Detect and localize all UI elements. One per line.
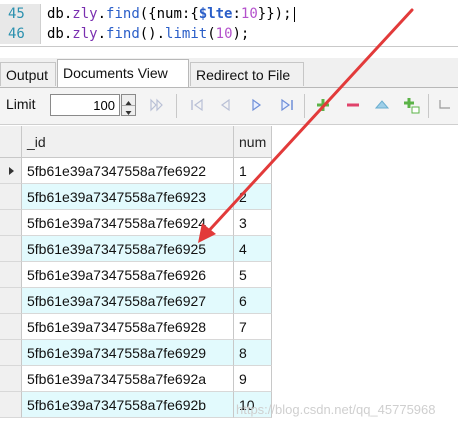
cell-id[interactable]: 5fb61e39a7347558a7fe6923 bbox=[22, 184, 234, 210]
row-selector[interactable] bbox=[0, 236, 22, 262]
cell-num[interactable]: 5 bbox=[234, 262, 272, 288]
cell-id[interactable]: 5fb61e39a7347558a7fe6927 bbox=[22, 288, 234, 314]
row-selector[interactable] bbox=[0, 158, 22, 184]
documents-grid: _id num 5fb61e39a7347558a7fe6922 1 5fb61… bbox=[0, 126, 458, 429]
cell-id[interactable]: 5fb61e39a7347558a7fe6929 bbox=[22, 340, 234, 366]
add-field-icon[interactable] bbox=[402, 96, 420, 114]
code-token: $lte bbox=[198, 6, 233, 22]
code-token: find bbox=[106, 26, 140, 42]
code-token: : bbox=[232, 6, 241, 22]
watermark: https://blog.csdn.net/qq_45775968 bbox=[236, 402, 436, 417]
row-selector[interactable] bbox=[0, 262, 22, 288]
code-text[interactable]: db.zly.find().limit(10); bbox=[47, 24, 249, 44]
toolbar-separator bbox=[304, 94, 305, 118]
code-token: 10 bbox=[240, 6, 258, 22]
cell-id[interactable]: 5fb61e39a7347558a7fe6924 bbox=[22, 210, 234, 236]
row-selector[interactable] bbox=[0, 210, 22, 236]
table-row[interactable]: 5fb61e39a7347558a7fe6928 7 bbox=[0, 314, 272, 340]
limit-spinner bbox=[121, 94, 136, 116]
code-token: ({num:{ bbox=[139, 6, 199, 22]
toolbar-separator bbox=[428, 94, 429, 118]
code-token: ); bbox=[232, 26, 250, 42]
code-token: zly bbox=[72, 6, 98, 22]
result-tabs: Output Redirect to File Documents View bbox=[0, 58, 458, 88]
previous-record-icon[interactable] bbox=[217, 96, 235, 114]
row-selector[interactable] bbox=[0, 314, 22, 340]
line-gutter: 45 bbox=[0, 4, 41, 24]
line-number: 46 bbox=[8, 26, 25, 42]
row-selector[interactable] bbox=[0, 184, 22, 210]
last-record-icon[interactable] bbox=[278, 96, 296, 114]
toolbar-separator bbox=[176, 94, 177, 118]
tab-redirect-to-file[interactable]: Redirect to File bbox=[190, 62, 304, 86]
query-editor[interactable]: 45 db.zly.find({num:{$lte:10}}); 46 db.z… bbox=[0, 0, 458, 47]
text-caret bbox=[293, 6, 295, 22]
table-row[interactable]: 5fb61e39a7347558a7fe6926 5 bbox=[0, 262, 272, 288]
move-up-icon[interactable] bbox=[373, 96, 391, 114]
code-token: 10 bbox=[215, 26, 233, 42]
tab-output[interactable]: Output bbox=[0, 62, 56, 86]
column-header-id[interactable]: _id bbox=[22, 126, 234, 158]
cell-num[interactable]: 3 bbox=[234, 210, 272, 236]
cell-num[interactable]: 2 bbox=[234, 184, 272, 210]
cell-id[interactable]: 5fb61e39a7347558a7fe6926 bbox=[22, 262, 234, 288]
table-row[interactable]: 5fb61e39a7347558a7fe6924 3 bbox=[0, 210, 272, 236]
code-token: ( bbox=[207, 26, 216, 42]
cell-num[interactable]: 9 bbox=[234, 366, 272, 392]
table-row[interactable]: 5fb61e39a7347558a7fe6925 4 bbox=[0, 236, 272, 262]
next-record-icon[interactable] bbox=[248, 96, 266, 114]
table-row[interactable]: 5fb61e39a7347558a7fe692a 9 bbox=[0, 366, 272, 392]
grid-toolbar: Limit bbox=[0, 88, 458, 125]
table-row[interactable]: 5fb61e39a7347558a7fe692b 10 bbox=[0, 392, 272, 418]
cell-num[interactable]: 6 bbox=[234, 288, 272, 314]
row-header-corner[interactable] bbox=[0, 126, 22, 158]
row-selector[interactable] bbox=[0, 366, 22, 392]
limit-input[interactable] bbox=[50, 94, 120, 116]
grid-header: _id num bbox=[0, 126, 458, 158]
cell-id[interactable]: 5fb61e39a7347558a7fe6925 bbox=[22, 236, 234, 262]
cell-num[interactable]: 1 bbox=[234, 158, 272, 184]
first-record-icon[interactable] bbox=[188, 96, 206, 114]
cell-id[interactable]: 5fb61e39a7347558a7fe6922 bbox=[22, 158, 234, 184]
code-token: }}); bbox=[257, 6, 292, 22]
code-token: limit bbox=[165, 26, 208, 42]
table-row[interactable]: 5fb61e39a7347558a7fe6929 8 bbox=[0, 340, 272, 366]
table-row[interactable]: 5fb61e39a7347558a7fe6923 2 bbox=[0, 184, 272, 210]
row-selector[interactable] bbox=[0, 288, 22, 314]
cell-num[interactable]: 7 bbox=[234, 314, 272, 340]
row-selector[interactable] bbox=[0, 392, 22, 418]
code-token: db bbox=[47, 6, 64, 22]
line-number: 45 bbox=[8, 6, 25, 22]
insert-field-icon[interactable] bbox=[436, 96, 454, 114]
cell-num[interactable]: 4 bbox=[234, 236, 272, 262]
cell-id[interactable]: 5fb61e39a7347558a7fe692b bbox=[22, 392, 234, 418]
row-selector[interactable] bbox=[0, 340, 22, 366]
add-document-icon[interactable] bbox=[314, 96, 332, 114]
cell-id[interactable]: 5fb61e39a7347558a7fe6928 bbox=[22, 314, 234, 340]
page-forward-icon[interactable] bbox=[148, 96, 166, 114]
code-line[interactable]: 46 db.zly.find().limit(10); bbox=[0, 24, 458, 44]
code-token: zly bbox=[72, 26, 98, 42]
tab-documents-view[interactable]: Documents View bbox=[57, 59, 189, 87]
cell-num[interactable]: 8 bbox=[234, 340, 272, 366]
table-row[interactable]: 5fb61e39a7347558a7fe6927 6 bbox=[0, 288, 272, 314]
code-token: (). bbox=[139, 26, 166, 42]
code-text[interactable]: db.zly.find({num:{$lte:10}}); bbox=[47, 4, 295, 24]
column-header-num[interactable]: num bbox=[234, 126, 272, 158]
spin-down-button[interactable] bbox=[122, 105, 135, 115]
cell-id[interactable]: 5fb61e39a7347558a7fe692a bbox=[22, 366, 234, 392]
delete-document-icon[interactable] bbox=[344, 96, 362, 114]
code-line[interactable]: 45 db.zly.find({num:{$lte:10}}); bbox=[0, 4, 458, 24]
limit-label: Limit bbox=[6, 96, 36, 112]
current-row-icon bbox=[9, 167, 14, 175]
table-row[interactable]: 5fb61e39a7347558a7fe6922 1 bbox=[0, 158, 272, 184]
line-gutter: 46 bbox=[0, 24, 41, 44]
code-token: find bbox=[106, 6, 140, 22]
code-token: db bbox=[47, 26, 64, 42]
chevron-down-icon bbox=[125, 111, 132, 115]
